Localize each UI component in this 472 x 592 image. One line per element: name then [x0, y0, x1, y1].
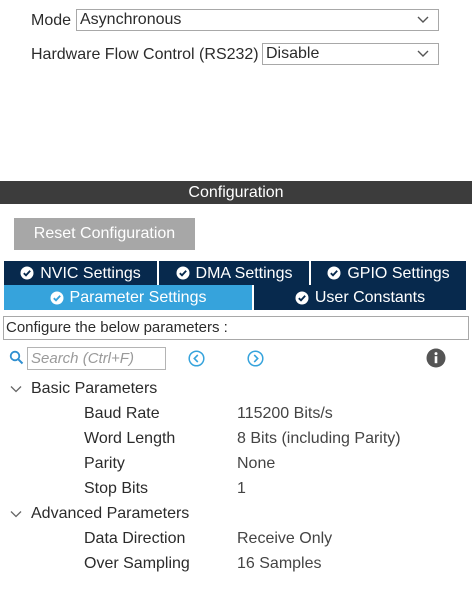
tab-label: Parameter Settings: [69, 289, 207, 306]
tab-gpio-settings[interactable]: GPIO Settings: [311, 261, 466, 285]
reset-configuration-button[interactable]: Reset Configuration: [14, 218, 195, 250]
tab-parameter-settings[interactable]: Parameter Settings: [4, 285, 252, 310]
param-name-stop-bits: Stop Bits: [84, 480, 149, 497]
tab-label: DMA Settings: [195, 264, 293, 282]
info-icon[interactable]: [426, 348, 446, 368]
tab-user-constants[interactable]: User Constants: [254, 285, 466, 310]
mode-label: Mode: [31, 12, 72, 29]
mode-select[interactable]: Asynchronous: [76, 9, 439, 31]
flow-control-label: Hardware Flow Control (RS232): [31, 46, 259, 63]
param-value-stop-bits[interactable]: 1: [237, 479, 246, 499]
chevron-down-icon: [417, 16, 429, 23]
search-icon[interactable]: [9, 350, 24, 365]
flow-control-select[interactable]: Disable: [262, 43, 439, 65]
configure-hint: Configure the below parameters :: [3, 316, 469, 340]
previous-icon[interactable]: [188, 350, 205, 367]
chevron-down-icon: [417, 50, 429, 57]
param-name-baud-rate: Baud Rate: [84, 405, 160, 422]
basic-parameters-group[interactable]: Basic Parameters: [31, 379, 157, 399]
tab-label: GPIO Settings: [347, 264, 450, 282]
param-name-over-sampling: Over Sampling: [84, 555, 190, 572]
param-name-parity: Parity: [84, 455, 125, 472]
next-icon[interactable]: [247, 350, 264, 367]
tab-nvic-settings[interactable]: NVIC Settings: [4, 261, 157, 285]
expand-chevron-icon[interactable]: [9, 507, 23, 521]
param-name-word-length: Word Length: [84, 430, 176, 447]
tab-dma-settings[interactable]: DMA Settings: [159, 261, 309, 285]
flow-control-select-value: Disable: [266, 45, 320, 62]
configuration-header: Configuration: [0, 181, 472, 204]
param-value-word-length[interactable]: 8 Bits (including Parity): [237, 429, 401, 449]
param-name-data-direction: Data Direction: [84, 530, 186, 547]
param-value-over-sampling[interactable]: 16 Samples: [237, 554, 322, 574]
param-value-parity[interactable]: None: [237, 454, 275, 474]
check-circle-icon: [295, 291, 309, 304]
tab-label: User Constants: [314, 289, 426, 306]
param-value-baud-rate[interactable]: 115200 Bits/s: [237, 404, 333, 424]
check-circle-icon: [20, 266, 34, 280]
check-circle-icon: [176, 266, 190, 280]
expand-chevron-icon[interactable]: [9, 382, 23, 396]
mode-select-value: Asynchronous: [80, 11, 182, 28]
tab-label: NVIC Settings: [40, 264, 141, 282]
advanced-parameters-group[interactable]: Advanced Parameters: [31, 504, 189, 524]
check-circle-icon: [327, 266, 341, 280]
param-value-data-direction[interactable]: Receive Only: [237, 529, 332, 549]
search-input[interactable]: Search (Ctrl+F): [27, 347, 166, 370]
check-circle-icon: [50, 291, 64, 304]
